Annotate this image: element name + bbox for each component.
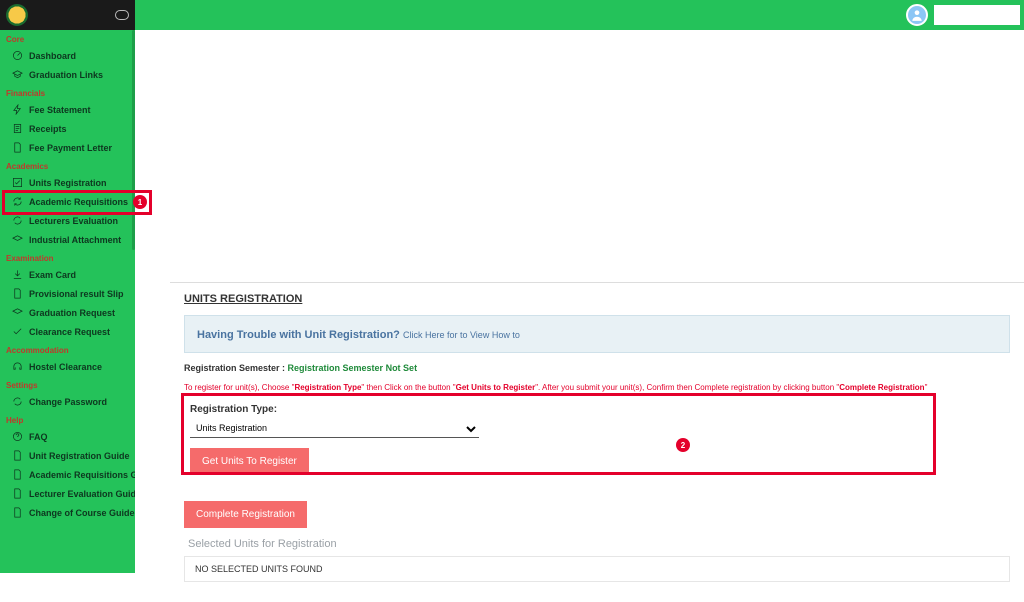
main-content: UNITS REGISTRATION Having Trouble with U… — [170, 282, 1024, 602]
sidebar-item-label: Change of Course Guide — [29, 508, 135, 518]
sidebar-item-label: Unit Registration Guide — [29, 451, 130, 461]
sidebar-item-hostel-clearance[interactable]: Hostel Clearance — [0, 357, 135, 376]
sidebar-item-label: Academic Requisitions — [29, 197, 128, 207]
sidebar-section-accommodation: Accommodation — [0, 341, 135, 357]
download-icon — [12, 269, 23, 280]
check-square-icon — [12, 177, 23, 188]
sidebar-item-unit-registration-guide[interactable]: Unit Registration Guide — [0, 446, 135, 465]
user-avatar[interactable] — [906, 4, 928, 26]
refresh-icon — [12, 396, 23, 407]
sidebar: Core Dashboard Graduation Links Financia… — [0, 0, 135, 573]
sidebar-item-exam-card[interactable]: Exam Card — [0, 265, 135, 284]
sidebar-item-units-registration[interactable]: Units Registration — [0, 173, 135, 192]
registration-semester-value: Registration Semester Not Set — [288, 363, 418, 373]
registration-semester-label: Registration Semester : — [184, 363, 288, 373]
sidebar-item-industrial-attachment[interactable]: Industrial Attachment — [0, 230, 135, 249]
sidebar-item-label: FAQ — [29, 432, 48, 442]
sidebar-item-label: Dashboard — [29, 51, 76, 61]
sidebar-item-provisional-result-slip[interactable]: Provisional result Slip — [0, 284, 135, 303]
sidebar-item-lecturer-evaluation-guide[interactable]: Lecturer Evaluation Guide — [0, 484, 135, 503]
sidebar-item-change-of-course-guide[interactable]: Change of Course Guide — [0, 503, 135, 522]
registration-form: Registration Type: Units Registration Ge… — [184, 400, 1010, 485]
annotation-marker-2: 2 — [676, 438, 690, 452]
doc-icon — [12, 507, 23, 518]
sidebar-item-label: Fee Statement — [29, 105, 91, 115]
sidebar-item-faq[interactable]: FAQ — [0, 427, 135, 446]
sidebar-item-label: Hostel Clearance — [29, 362, 102, 372]
sidebar-section-financials: Financials — [0, 84, 135, 100]
grad-icon — [12, 234, 23, 245]
sidebar-item-label: Lecturer Evaluation Guide — [29, 489, 135, 499]
sidebar-section-settings: Settings — [0, 376, 135, 392]
bolt-icon — [12, 104, 23, 115]
doc-icon — [12, 450, 23, 461]
sidebar-item-label: Provisional result Slip — [29, 289, 124, 299]
person-icon — [910, 8, 924, 22]
sidebar-section-core: Core — [0, 30, 135, 46]
sidebar-item-label: Exam Card — [29, 270, 76, 280]
logo-icon — [6, 4, 28, 26]
headset-icon — [12, 361, 23, 372]
top-header — [0, 0, 1024, 30]
gauge-icon — [12, 50, 23, 61]
check-icon — [12, 326, 23, 337]
registration-type-select[interactable]: Units Registration — [190, 420, 479, 438]
help-banner-bold: Having Trouble with Unit Registration? — [197, 329, 403, 341]
question-icon — [12, 431, 23, 442]
sidebar-section-help: Help — [0, 411, 135, 427]
help-banner[interactable]: Having Trouble with Unit Registration? C… — [184, 315, 1010, 353]
sidebar-section-examination: Examination — [0, 249, 135, 265]
refresh-icon — [12, 196, 23, 207]
sidebar-item-clearance-request[interactable]: Clearance Request — [0, 322, 135, 341]
sidebar-header — [0, 0, 135, 30]
sidebar-section-academics: Academics — [0, 157, 135, 173]
grad-icon — [12, 307, 23, 318]
sidebar-item-academic-requisitions[interactable]: Academic Requisitions — [0, 192, 135, 211]
doc-icon — [12, 469, 23, 480]
page-title: UNITS REGISTRATION — [184, 293, 1010, 305]
sidebar-item-change-password[interactable]: Change Password — [0, 392, 135, 411]
doc-icon — [12, 488, 23, 499]
sidebar-item-label: Units Registration — [29, 178, 107, 188]
sidebar-item-label: Graduation Links — [29, 70, 103, 80]
top-search-input[interactable] — [934, 5, 1020, 25]
sidebar-item-academic-requisitions-guide[interactable]: Academic Requisitions Guide — [0, 465, 135, 484]
selected-units-heading: Selected Units for Registration — [188, 538, 1010, 550]
sidebar-item-receipts[interactable]: Receipts — [0, 119, 135, 138]
sidebar-item-label: Lecturers Evaluation — [29, 216, 118, 226]
sidebar-item-label: Industrial Attachment — [29, 235, 121, 245]
grad-icon — [12, 69, 23, 80]
theme-toggle-icon[interactable] — [115, 10, 129, 20]
sidebar-item-lecturers-evaluation[interactable]: Lecturers Evaluation — [0, 211, 135, 230]
registration-type-label: Registration Type: — [190, 404, 1004, 415]
help-banner-link: Click Here for to View How to — [403, 330, 520, 340]
sidebar-item-fee-payment-letter[interactable]: Fee Payment Letter — [0, 138, 135, 157]
registration-semester: Registration Semester : Registration Sem… — [184, 363, 1010, 373]
refresh-icon — [12, 215, 23, 226]
doc-icon — [12, 142, 23, 153]
complete-registration-button[interactable]: Complete Registration — [184, 501, 307, 528]
sidebar-item-label: Fee Payment Letter — [29, 143, 112, 153]
sidebar-item-dashboard[interactable]: Dashboard — [0, 46, 135, 65]
sidebar-item-label: Graduation Request — [29, 308, 115, 318]
instruction-text: To register for unit(s), Choose "Registr… — [184, 383, 1010, 392]
sidebar-item-label: Clearance Request — [29, 327, 110, 337]
receipt-icon — [12, 123, 23, 134]
sidebar-scrollbar[interactable] — [132, 30, 135, 250]
get-units-button[interactable]: Get Units To Register — [190, 448, 309, 475]
sidebar-item-graduation-links[interactable]: Graduation Links — [0, 65, 135, 84]
sidebar-item-graduation-request[interactable]: Graduation Request — [0, 303, 135, 322]
sidebar-item-label: Receipts — [29, 124, 67, 134]
no-units-message: NO SELECTED UNITS FOUND — [184, 556, 1010, 582]
sidebar-item-fee-statement[interactable]: Fee Statement — [0, 100, 135, 119]
annotation-marker-1: 1 — [133, 195, 147, 209]
sidebar-item-label: Academic Requisitions Guide — [29, 470, 135, 480]
sidebar-item-label: Change Password — [29, 397, 107, 407]
doc-icon — [12, 288, 23, 299]
